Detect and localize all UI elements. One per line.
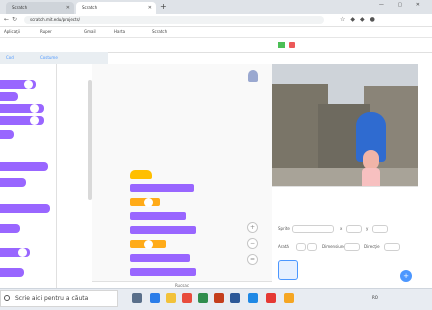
- bookmark-item[interactable]: Harta: [114, 29, 125, 35]
- sprite-thumbnail-icon: [248, 70, 258, 82]
- show-toggle[interactable]: [296, 243, 306, 251]
- palette-block[interactable]: [0, 80, 36, 89]
- palette-block[interactable]: [0, 92, 18, 101]
- zoom-out-icon[interactable]: −: [247, 238, 258, 249]
- size-label: Dimensiune: [322, 244, 346, 249]
- y-label: y: [366, 226, 369, 231]
- code-block[interactable]: [130, 254, 190, 262]
- code-block[interactable]: [130, 197, 160, 207]
- scratch-app-icon[interactable]: [284, 293, 294, 303]
- direction-label: Direcţie: [364, 244, 380, 249]
- sprite-tile[interactable]: [278, 260, 298, 280]
- palette-block[interactable]: [0, 248, 30, 257]
- code-block[interactable]: [130, 212, 186, 220]
- search-icon: [4, 295, 10, 301]
- excel-icon[interactable]: [198, 293, 208, 303]
- x-label: x: [340, 226, 343, 231]
- code-block[interactable]: [130, 226, 196, 234]
- palette-block[interactable]: [0, 130, 14, 139]
- backdrop-ground: [272, 168, 418, 186]
- palette-block[interactable]: [0, 204, 50, 213]
- file-explorer-icon[interactable]: [166, 293, 176, 303]
- app-icon[interactable]: [248, 293, 258, 303]
- taskbar-search-input[interactable]: Scrie aici pentru a căuta: [0, 290, 118, 307]
- stage[interactable]: [272, 64, 418, 186]
- bookmark-item[interactable]: Aplicaţii: [4, 29, 20, 35]
- tab-costumes[interactable]: Costume: [40, 53, 58, 63]
- refresh-icon[interactable]: ↻: [12, 15, 17, 25]
- direction-input[interactable]: [384, 243, 400, 251]
- app-icon[interactable]: [266, 293, 276, 303]
- bookmarks-bar: [0, 27, 432, 38]
- palette-block[interactable]: [0, 104, 44, 113]
- back-icon[interactable]: ←: [4, 15, 9, 25]
- sprite-body: [362, 168, 380, 186]
- palette-block[interactable]: [0, 178, 26, 187]
- code-block[interactable]: [130, 268, 196, 276]
- tab-code[interactable]: Cod: [6, 53, 14, 63]
- powerpoint-icon[interactable]: [214, 293, 224, 303]
- chrome-icon[interactable]: [182, 293, 192, 303]
- window-controls[interactable]: — ▢ ✕: [379, 2, 426, 8]
- browser-tab-active[interactable]: Scratch ✕: [76, 2, 156, 14]
- add-sprite-icon[interactable]: +: [400, 270, 412, 282]
- bookmark-item[interactable]: Scratch: [152, 29, 167, 35]
- sprite-face: [363, 150, 379, 170]
- size-input[interactable]: [344, 243, 360, 251]
- palette-block[interactable]: [0, 268, 24, 277]
- when-flag-hat-block[interactable]: [130, 170, 152, 179]
- palette-block[interactable]: [0, 116, 44, 125]
- green-flag-icon[interactable]: [278, 42, 285, 48]
- system-tray[interactable]: RO: [372, 293, 378, 303]
- code-block[interactable]: [130, 184, 194, 192]
- bookmark-item[interactable]: Gmail: [84, 29, 96, 35]
- close-tab-icon[interactable]: ✕: [148, 2, 152, 14]
- show-label: Arată: [278, 244, 289, 249]
- scratch-menu-bar: [0, 38, 432, 53]
- task-view-icon[interactable]: [132, 293, 142, 303]
- hide-toggle[interactable]: [307, 243, 317, 251]
- palette-block[interactable]: [0, 224, 20, 233]
- edge-icon[interactable]: [150, 293, 160, 303]
- zoom-in-icon[interactable]: +: [247, 222, 258, 233]
- stop-icon[interactable]: [289, 42, 295, 48]
- tab-title: Scratch: [12, 5, 28, 10]
- y-input[interactable]: [372, 225, 388, 233]
- close-tab-icon[interactable]: ✕: [66, 2, 70, 14]
- tab-title: Scratch: [82, 5, 98, 10]
- code-block[interactable]: [130, 239, 166, 249]
- word-icon[interactable]: [230, 293, 240, 303]
- extension-icons[interactable]: ☆◆◆●: [340, 16, 380, 24]
- new-tab-button[interactable]: +: [160, 3, 167, 11]
- sprite-name-input[interactable]: [292, 225, 334, 233]
- palette-block[interactable]: [0, 162, 48, 171]
- x-input[interactable]: [346, 225, 362, 233]
- zoom-reset-icon[interactable]: =: [247, 254, 258, 265]
- browser-tab[interactable]: Scratch ✕: [6, 2, 74, 14]
- sprite-name-label: Sprite: [278, 226, 290, 231]
- address-bar[interactable]: scratch.mit.edu/projects/: [24, 16, 324, 24]
- bookmark-item[interactable]: Ruper: [40, 29, 52, 35]
